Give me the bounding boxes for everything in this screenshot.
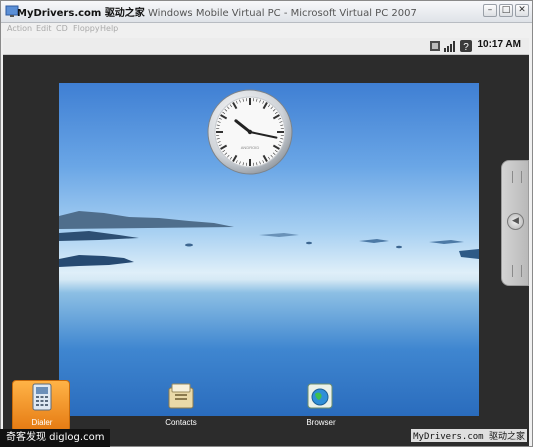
menu-action[interactable]: Action xyxy=(7,24,32,33)
watermark-bottom-right: MyDrivers.com 驱动之家 xyxy=(411,429,527,442)
menu-cd[interactable]: CD xyxy=(56,24,68,33)
contacts-icon xyxy=(168,383,194,409)
home-wallpaper: ANDROID xyxy=(59,83,479,416)
menu-floppy[interactable]: Floppy xyxy=(73,24,100,33)
menu-help[interactable]: Help xyxy=(100,24,118,33)
grip-top-icon xyxy=(512,171,522,183)
minimize-icon: – xyxy=(487,5,493,15)
grip-bottom-icon xyxy=(512,265,522,277)
dock-label-browser: Browser xyxy=(306,418,336,427)
maximize-icon: □ xyxy=(501,5,511,15)
dock-item-browser[interactable]: Browser xyxy=(281,378,361,446)
title-watermark: MyDrivers.com 驱动之家 xyxy=(17,8,145,19)
side-panel-handle[interactable]: ◀ xyxy=(501,160,529,286)
title-bar[interactable]: MyDrivers.com 驱动之家 Windows Mobile Virtua… xyxy=(1,1,532,23)
maximize-button[interactable]: □ xyxy=(499,4,513,17)
sim-card-icon xyxy=(430,41,440,51)
emulator-screen: ? 10:17 AM ANDROID ◀ Dialer Contacts Bro… xyxy=(3,38,529,446)
minimize-button[interactable]: – xyxy=(483,4,497,17)
android-status-bar: ? 10:17 AM xyxy=(3,38,529,55)
clock-brand: ANDROID xyxy=(241,145,260,150)
vpc-window: MyDrivers.com 驱动之家 Windows Mobile Virtua… xyxy=(0,0,533,447)
window-title: MyDrivers.com 驱动之家 Windows Mobile Virtua… xyxy=(17,4,417,19)
dock-item-contacts[interactable]: Contacts xyxy=(141,378,221,446)
back-arrow-button[interactable]: ◀ xyxy=(507,213,524,230)
svg-text:?: ? xyxy=(463,42,469,52)
help-icon: ? xyxy=(460,40,472,52)
menu-edit[interactable]: Edit xyxy=(36,24,52,33)
menu-bar: Action Edit CD Floppy Help xyxy=(1,23,532,37)
signal-strength-icon xyxy=(444,41,455,52)
left-arrow-icon: ◀ xyxy=(512,216,519,226)
analog-clock-widget[interactable]: ANDROID xyxy=(207,89,293,175)
close-button[interactable]: ✕ xyxy=(515,4,529,17)
window-title-text: Windows Mobile Virtual PC - Microsoft Vi… xyxy=(148,8,417,19)
dialer-icon xyxy=(32,383,52,411)
dock-label-contacts: Contacts xyxy=(165,418,197,427)
close-icon: ✕ xyxy=(518,5,526,15)
browser-globe-icon xyxy=(307,383,333,409)
status-time: 10:17 AM xyxy=(477,39,521,50)
watermark-bottom-left: 奇客发现 diglog.com xyxy=(0,429,111,447)
dock-label-dialer: Dialer xyxy=(31,418,53,427)
